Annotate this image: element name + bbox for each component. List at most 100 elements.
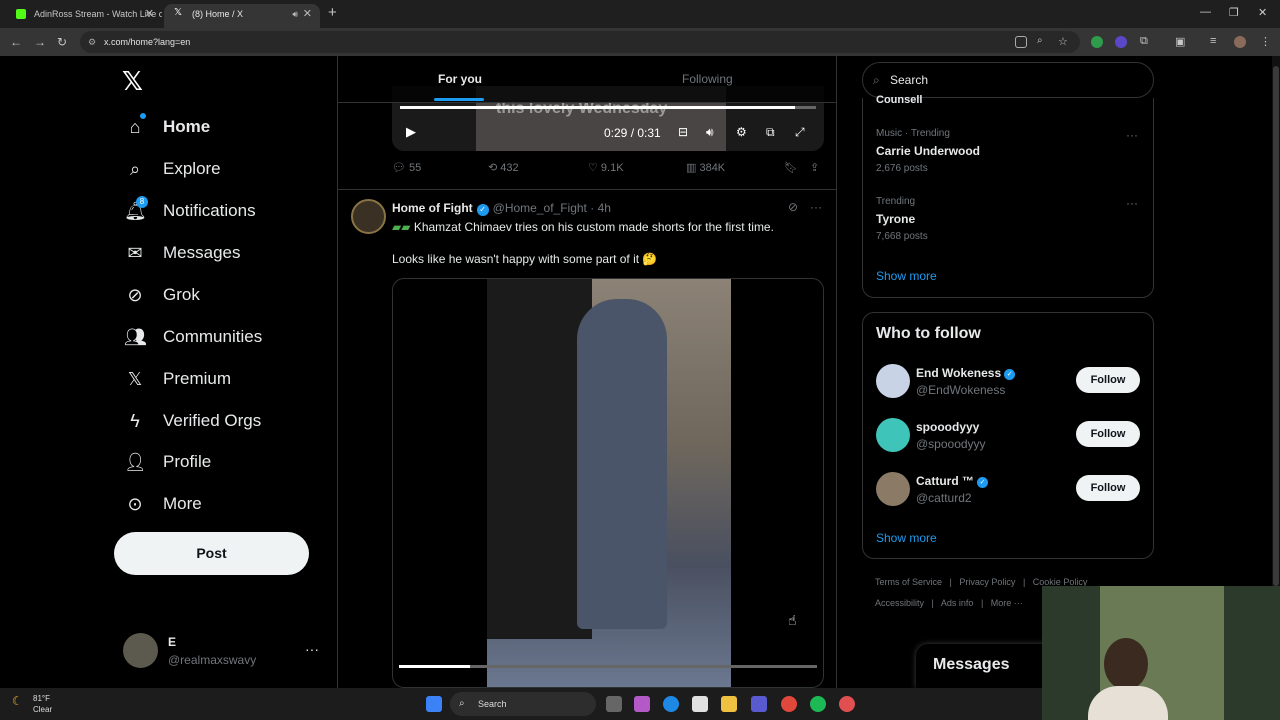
tweet-author-name[interactable]: Home of Fight [392,201,473,215]
browser-tab-adinross[interactable]: AdinRoss Stream - Watch Live o ✕ [6,4,162,28]
trend-item[interactable]: Counsell [876,94,1146,106]
repost-button[interactable]: ⟲ 432 [488,161,519,174]
file-explorer-icon[interactable] [721,696,737,712]
extensions-puzzle-icon[interactable]: ⧉ [1140,35,1148,48]
follow-suggestion[interactable]: End Wokeness ✓ @EndWokeness Follow [876,364,1146,400]
nav-grok[interactable]: ⊘ Grok [124,277,199,313]
follow-suggestion[interactable]: spooodyyy @spooodyyy Follow [876,418,1146,454]
bookmark-star-icon[interactable]: ☆ [1058,35,1068,48]
nav-home[interactable]: ⌂ Home [124,109,210,145]
chrome-menu-icon[interactable]: ⋮ [1260,35,1271,48]
close-tab-icon[interactable]: ✕ [145,4,154,24]
volume-icon[interactable]: 🔊︎ [706,125,714,140]
more-dots-icon[interactable]: ··· [305,641,319,657]
tweet-time[interactable]: 4h [598,201,611,215]
footer-link[interactable]: Privacy Policy [959,577,1015,587]
captions-icon[interactable]: ⊟ [678,125,688,139]
menu-lines-icon[interactable]: ≡ [1210,35,1216,47]
site-info-icon[interactable]: ⚙ [88,31,96,53]
forward-icon[interactable]: → [34,35,46,49]
edge-icon[interactable] [663,696,679,712]
spotify-icon[interactable] [810,696,826,712]
extension-icon[interactable] [1115,36,1127,48]
views-button[interactable]: ▥ 384K [686,161,725,174]
trend-item[interactable]: Trending Tyrone 7,668 posts ··· [876,196,1146,242]
browser-tab-x-home[interactable]: 𝕏 (8) Home / X ✕ 🔊︎ [164,4,320,28]
tab-for-you[interactable]: For you [438,72,482,86]
side-panel-icon[interactable]: ▣ [1175,35,1185,48]
nav-verified-orgs[interactable]: ϟ Verified Orgs [124,403,261,439]
task-view-icon[interactable] [606,696,622,712]
footer-link[interactable]: Accessibility [875,598,924,608]
tweet-author-handle[interactable]: @Home_of_Fight [493,201,587,215]
tab-following[interactable]: Following [682,72,733,86]
nav-profile[interactable]: 👤︎ Profile [124,444,211,480]
nav-messages[interactable]: ✉ Messages [124,235,240,271]
nav-premium[interactable]: 𝕏 Premium [124,361,231,397]
extension-icon[interactable] [1091,36,1103,48]
play-icon[interactable]: ▶ [406,124,416,140]
taskbar-search[interactable]: ⌕ Search [450,692,596,716]
more-dots-icon[interactable]: ··· [1126,128,1138,142]
nav-communities[interactable]: 👥︎ Communities [124,319,262,355]
tweet-video[interactable] [392,278,824,688]
footer-link[interactable]: Terms of Service [875,577,942,587]
chrome-icon[interactable] [781,696,797,712]
post-button[interactable]: Post [114,532,309,575]
pip-icon[interactable]: ⧉ [766,125,775,140]
search-input[interactable]: ⌕ Search [862,62,1154,98]
follow-button[interactable]: Follow [1076,421,1140,447]
close-tab-icon[interactable]: ✕ [303,4,312,24]
maximize-icon[interactable]: ❐ [1229,6,1239,19]
back-icon[interactable]: ← [10,35,22,49]
who-to-follow-panel: Who to follow End Wokeness ✓ @EndWokeness… [862,312,1154,559]
store-icon[interactable] [692,696,708,712]
nav-notifications[interactable]: 🔔︎ Notifications 8 [124,193,256,229]
url-field[interactable]: ⚙ x.com/home?lang=en [80,31,1080,53]
show-more-link[interactable]: Show more [876,531,937,545]
nav-explore[interactable]: ⌕ Explore [124,151,221,187]
grok-icon[interactable]: ⊘ [788,200,798,214]
avatar[interactable] [351,199,386,234]
follow-button[interactable]: Follow [1076,367,1140,393]
share-icon[interactable]: ⇪ [810,161,819,174]
bookmark-icon[interactable]: 🔖︎ [784,161,798,174]
tab-title: (8) Home / X [192,9,244,19]
video-progress-bar[interactable] [399,665,817,668]
reply-button[interactable]: 💬︎ 55 [392,161,421,174]
scrollbar-thumb[interactable] [1273,66,1279,586]
reload-icon[interactable]: ↻ [57,35,67,49]
settings-gear-icon[interactable]: ⚙ [736,125,747,139]
windows-taskbar: ☾ 81°F Clear ⌕ Search [0,688,1042,720]
more-dots-icon[interactable]: ··· [810,200,822,214]
profile-avatar-icon[interactable] [1234,36,1246,48]
more-dots-icon[interactable]: ··· [1126,196,1138,210]
home-icon: ⌂ [129,116,141,137]
teams-icon[interactable] [751,696,767,712]
follow-button[interactable]: Follow [1076,475,1140,501]
follow-suggestion[interactable]: Catturd ™ ✓ @catturd2 Follow [876,472,1146,508]
search-icon: ⌕ [459,698,465,709]
app-icon[interactable] [839,696,855,712]
fullscreen-icon[interactable]: ⤢ [795,125,805,140]
like-button[interactable]: ♡ 9.1K [588,161,624,174]
nav-more[interactable]: ⊙ More [124,486,201,522]
video-progress-bar[interactable] [400,106,816,109]
footer-link[interactable]: More ··· [991,598,1023,608]
x-favicon-icon: 𝕏 [174,7,183,18]
show-more-link[interactable]: Show more [876,269,937,283]
x-logo-icon[interactable]: 𝕏 [122,66,143,97]
account-switcher[interactable]: E @realmaxswavy ··· [123,633,323,669]
cast-icon[interactable] [1015,36,1027,48]
new-tab-button[interactable]: + [328,4,337,21]
copilot-icon[interactable] [634,696,650,712]
zoom-icon[interactable]: ⌕ [1037,35,1043,46]
trend-item[interactable]: Music · Trending Carrie Underwood 2,676 … [876,128,1146,174]
speaker-icon[interactable]: 🔊︎ [292,4,298,24]
window-close-icon[interactable]: ✕ [1258,6,1267,19]
minimize-icon[interactable]: — [1200,6,1211,18]
footer-link[interactable]: Ads info [941,598,974,608]
windows-start-icon[interactable] [426,696,442,712]
video-time: 0:29 / 0:31 [604,126,661,140]
account-handle: @realmaxswavy [168,653,257,667]
